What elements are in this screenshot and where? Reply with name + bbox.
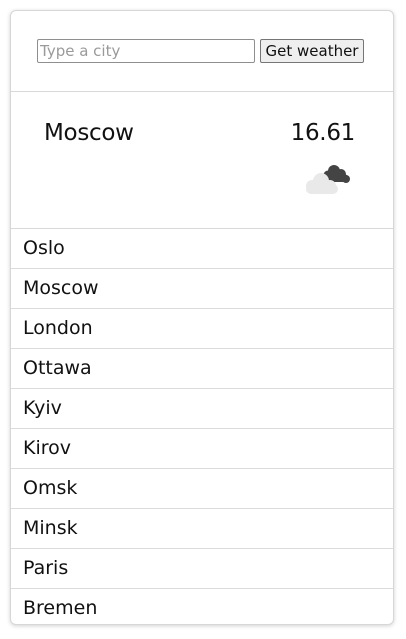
- weather-widget: Get weather Moscow 16.61 OsloMoscowLondo…: [10, 10, 394, 625]
- city-item-ottawa[interactable]: Ottawa: [11, 349, 393, 389]
- city-item-paris[interactable]: Paris: [11, 549, 393, 589]
- city-item-minsk[interactable]: Minsk: [11, 509, 393, 549]
- city-item-bremen[interactable]: Bremen: [11, 589, 393, 624]
- cloudy-icon: [306, 165, 350, 194]
- city-list: Oslo Moscow London Ottawa Kyiv Kirov Omsk Minsk…: [11, 229, 393, 624]
- city-item-moscow[interactable]: Moscow: [11, 269, 393, 309]
- search-bar: Get weather: [11, 11, 393, 92]
- city-item-kirov[interactable]: Kirov: [11, 429, 393, 469]
- city-item-omsk[interactable]: Omsk: [11, 469, 393, 509]
- get-weather-button[interactable]: Get weather: [260, 39, 364, 63]
- current-temperature: 16.61: [290, 120, 356, 146]
- current-city-name: Moscow: [44, 120, 134, 146]
- city-input[interactable]: [37, 39, 255, 63]
- current-weather: Moscow 16.61: [11, 92, 393, 229]
- city-item-london[interactable]: London: [11, 309, 393, 349]
- city-item-kyiv[interactable]: Kyiv: [11, 389, 393, 429]
- city-item-oslo[interactable]: Oslo: [11, 229, 393, 269]
